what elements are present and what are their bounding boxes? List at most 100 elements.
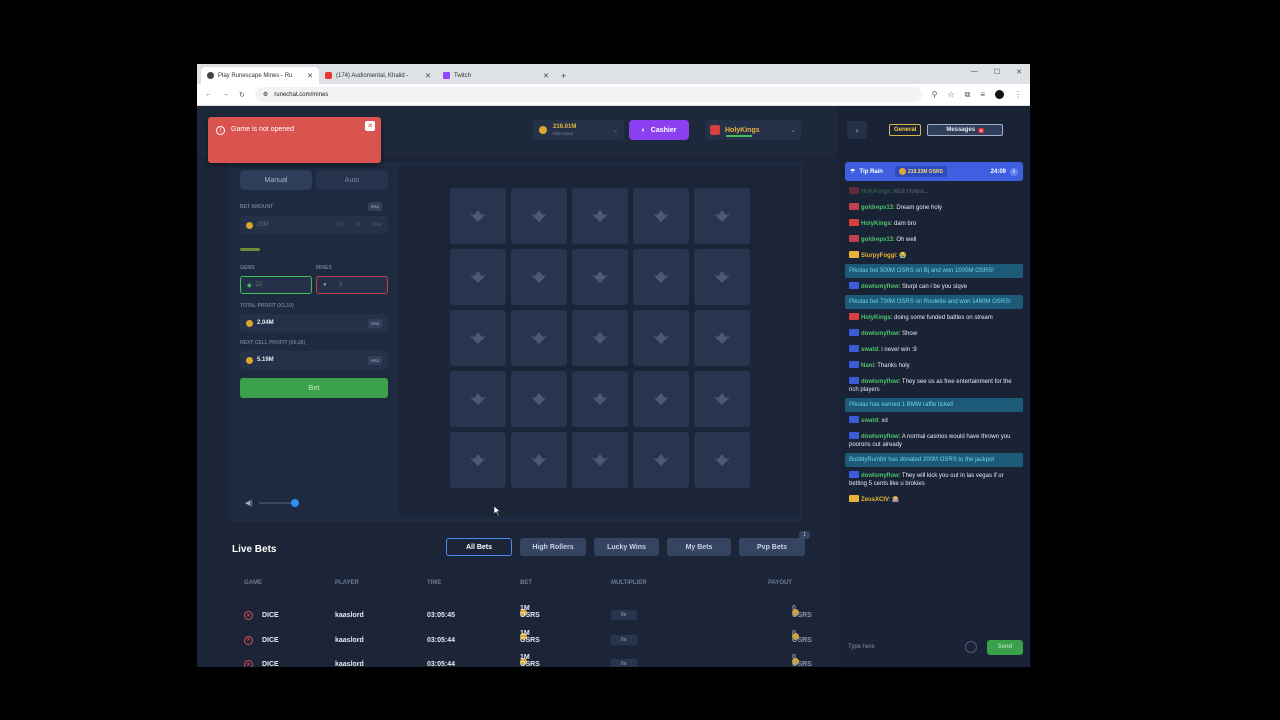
chat-username[interactable]: dowlsmyflow [861, 379, 899, 385]
chat-username[interactable]: Nani [861, 363, 874, 369]
mine-cell[interactable] [694, 310, 750, 366]
url-field[interactable]: ⚙ runechat.com/mines [254, 87, 922, 102]
mine-cell[interactable] [694, 432, 750, 488]
forward-icon[interactable]: → [222, 91, 229, 98]
collapse-chat-button[interactable]: › [847, 121, 867, 139]
row-player[interactable]: kaaslord [335, 612, 364, 619]
speaker-icon[interactable]: ◀) [245, 499, 253, 507]
chat-username[interactable]: swatd [861, 347, 878, 353]
mine-cell[interactable] [450, 371, 506, 427]
media-icon[interactable]: ≡ [980, 90, 985, 99]
mine-cell[interactable] [511, 371, 567, 427]
close-toast-icon[interactable]: ✕ [365, 121, 375, 131]
mine-cell[interactable] [572, 371, 628, 427]
system-message: BubblyRumblr has donated 200M OSRS to th… [845, 453, 1023, 467]
user-avatar [849, 471, 859, 478]
volume-handle[interactable] [290, 499, 299, 507]
chat-username[interactable]: goldreps13 [861, 237, 893, 243]
mine-cell[interactable] [450, 432, 506, 488]
mine-cell[interactable] [694, 249, 750, 305]
close-tab-icon[interactable]: ✕ [425, 72, 431, 80]
half-button[interactable]: 1/2 [336, 222, 343, 228]
mine-cell[interactable] [572, 432, 628, 488]
chat-username[interactable]: dowlsmyflow [861, 331, 899, 337]
mine-cell[interactable] [511, 432, 567, 488]
mine-cell[interactable] [511, 188, 567, 244]
mine-cell[interactable] [511, 249, 567, 305]
balance-selector[interactable]: 216.01M RS3 GOLD ⌄ [533, 120, 624, 140]
mine-cell[interactable] [450, 249, 506, 305]
mine-cell[interactable] [633, 371, 689, 427]
chat-username[interactable]: dowlsmyflow [861, 434, 899, 440]
tab-twitch[interactable]: Twitch ✕ [437, 67, 555, 84]
mine-cell[interactable] [572, 310, 628, 366]
menu-icon[interactable]: ⋮ [1014, 90, 1022, 99]
gems-input[interactable]: ◆ 22 [240, 276, 312, 294]
chat-username[interactable]: dowlsmyflow [861, 284, 899, 290]
channel-general[interactable]: General [889, 124, 922, 136]
send-button[interactable]: Send [987, 639, 1023, 655]
minimize-icon[interactable]: — [971, 68, 978, 76]
cashier-button[interactable]: ◐ Cashier [629, 120, 689, 140]
bet-slider[interactable] [240, 248, 260, 251]
table-row[interactable]: ✕ DICE kaaslord 03:05:45 1M OSRS 0x 0 OSRS [232, 605, 812, 626]
user-menu[interactable]: HolyKings ⌄ [705, 120, 801, 140]
chat-text: doing some funded battles on stream [894, 315, 993, 321]
new-tab-button[interactable]: + [561, 71, 566, 81]
chat-input[interactable]: Type here [845, 644, 961, 650]
mine-cell[interactable] [694, 371, 750, 427]
mine-cell[interactable] [450, 188, 506, 244]
back-icon[interactable]: ← [205, 91, 212, 98]
chat-username[interactable]: swatd [861, 418, 878, 424]
emoji-icon[interactable] [965, 641, 977, 653]
mine-cell[interactable] [572, 249, 628, 305]
zoom-icon[interactable]: ⚲ [932, 90, 938, 99]
filter-lucky-wins[interactable]: Lucky Wins [594, 538, 659, 556]
chat-username[interactable]: SlurpyFoggi [861, 253, 896, 259]
chat-username[interactable]: goldreps13 [861, 205, 893, 211]
chat-username[interactable]: HolyKings [861, 189, 891, 195]
maximize-icon[interactable]: ☐ [994, 68, 1000, 76]
close-tab-icon[interactable]: ✕ [307, 72, 313, 80]
chat-username[interactable]: HolyKings [861, 221, 891, 227]
mine-cell[interactable] [572, 188, 628, 244]
close-window-icon[interactable]: ✕ [1016, 68, 1022, 76]
tab-auto[interactable]: Auto [316, 170, 388, 190]
row-player[interactable]: kaaslord [335, 661, 364, 667]
reload-icon[interactable]: ↻ [239, 91, 245, 99]
site-info-icon[interactable]: ⚙ [263, 91, 268, 98]
table-row[interactable]: ✕ DICE kaaslord 03:05:44 1M OSRS 0x 0 OSRS [232, 654, 812, 667]
bet-button[interactable]: Bet [240, 378, 388, 398]
mine-cell[interactable] [633, 249, 689, 305]
tab-youtube[interactable]: (174) Audiomental, Khalid - ✕ [319, 67, 437, 84]
double-button[interactable]: 2x [355, 222, 360, 228]
max-button[interactable]: Max [373, 222, 382, 228]
chat-username[interactable]: HolyKings [861, 315, 891, 321]
tab-mines[interactable]: Play Runescape Mines - Ru ✕ [201, 67, 319, 84]
bet-amount-input[interactable]: 20M 1/2 2x Max [240, 216, 388, 234]
mine-cell[interactable] [450, 310, 506, 366]
mine-cell[interactable] [633, 310, 689, 366]
profile-avatar[interactable] [995, 90, 1004, 99]
channel-messages[interactable]: Messages 8 [927, 124, 1004, 136]
close-tab-icon[interactable]: ✕ [543, 72, 549, 80]
mine-cell[interactable] [633, 188, 689, 244]
mine-cell[interactable] [511, 310, 567, 366]
bookmark-star-icon[interactable]: ☆ [947, 90, 954, 99]
filter-all-bets[interactable]: All Bets [446, 538, 512, 556]
chat-username[interactable]: ZeusXCIV [861, 497, 889, 503]
filter-pvp-bets[interactable]: Pvp Bets [739, 538, 805, 556]
extensions-icon[interactable]: ⧉ [965, 90, 971, 100]
chat-username[interactable]: dowlsmyflow [861, 473, 899, 479]
volume-slider[interactable] [258, 499, 299, 507]
tab-manual[interactable]: Manual [240, 170, 312, 190]
filter-high-rollers[interactable]: High Rollers [520, 538, 586, 556]
tip-rain-banner[interactable]: ☂ Tip Rain 219.33M OSRS 24:09 i [845, 162, 1023, 181]
table-row[interactable]: ✕ DICE kaaslord 03:05:44 1M OSRS 0x 0 OSRS [232, 630, 812, 651]
info-icon[interactable]: i [1010, 167, 1018, 176]
row-player[interactable]: kaaslord [335, 637, 364, 644]
mine-cell[interactable] [694, 188, 750, 244]
mine-cell[interactable] [633, 432, 689, 488]
filter-my-bets[interactable]: My Bets [667, 538, 731, 556]
mines-input[interactable]: ● 3 [316, 276, 388, 294]
